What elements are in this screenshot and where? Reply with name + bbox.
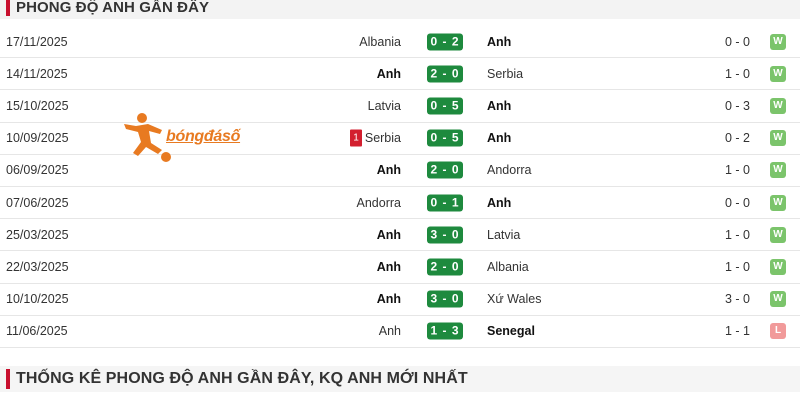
home-team[interactable]: Albania [359, 35, 401, 49]
halftime-score: 1 - 0 [724, 259, 750, 274]
match-row[interactable]: 14/11/2025 Anh 2 - 0 Serbia 1 - 0 W [0, 58, 800, 91]
recent-form-title: PHONG ĐỘ ANH GẦN ĐÂY [16, 0, 210, 16]
score-badge[interactable]: 0 - 2 [427, 33, 463, 51]
score-badge[interactable]: 3 - 0 [427, 226, 463, 244]
win-badge: W [770, 194, 786, 211]
match-date: 17/11/2025 [6, 34, 68, 49]
away-team[interactable]: Xứ Wales [487, 292, 541, 306]
match-date: 25/03/2025 [6, 227, 69, 242]
match-row[interactable]: 06/09/2025 Anh 2 - 0 Andorra 1 - 0 W [0, 155, 800, 187]
halftime-score: 1 - 0 [724, 163, 750, 178]
halftime-score: 0 - 3 [724, 98, 750, 113]
score-badge[interactable]: 2 - 0 [427, 65, 463, 83]
away-team[interactable]: Anh [487, 131, 511, 145]
win-badge: W [770, 226, 786, 243]
home-team[interactable]: Anh [377, 67, 401, 81]
match-row[interactable]: 17/11/2025 Albania 0 - 2 Anh 0 - 0 W [0, 26, 800, 59]
match-list: 17/11/2025 Albania 0 - 2 Anh 0 - 0 W 14/11/202… [0, 26, 800, 348]
win-badge: W [770, 65, 786, 82]
win-badge: W [770, 291, 786, 308]
halftime-score: 0 - 0 [724, 195, 750, 210]
away-team[interactable]: Anh [487, 196, 511, 210]
header-accent-bar [6, 369, 10, 389]
match-row[interactable]: 10/10/2025 Anh 3 - 0 Xứ Wales 3 - 0 W [0, 284, 800, 316]
home-team[interactable]: Anh [377, 260, 401, 274]
match-date: 22/03/2025 [6, 259, 69, 274]
halftime-score: 0 - 0 [724, 34, 750, 49]
win-badge: W [770, 97, 786, 114]
stats-header: THỐNG KÊ PHONG ĐỘ ANH GẦN ĐÂY, KQ ANH MỚ… [0, 366, 800, 392]
away-team[interactable]: Senegal [487, 324, 535, 338]
home-team[interactable]: Anh [379, 324, 401, 338]
win-badge: W [770, 33, 786, 50]
recent-form-header: PHONG ĐỘ ANH GẦN ĐÂY [0, 0, 800, 19]
win-badge: W [770, 162, 786, 179]
red-card-badge: 1 [350, 129, 362, 147]
score-badge[interactable]: 3 - 0 [427, 290, 463, 308]
home-team[interactable]: Anh [377, 228, 401, 242]
away-team[interactable]: Albania [487, 260, 529, 274]
score-badge[interactable]: 2 - 0 [427, 258, 463, 276]
score-badge[interactable]: 1 - 3 [427, 322, 463, 340]
match-row[interactable]: 07/06/2025 Andorra 0 - 1 Anh 0 - 0 W [0, 187, 800, 220]
halftime-score: 1 - 1 [724, 324, 750, 339]
home-team[interactable]: Anh [377, 292, 401, 306]
match-row[interactable]: 10/09/2025 1 Serbia 0 - 5 Anh 0 - 2 W [0, 123, 800, 155]
away-team[interactable]: Latvia [487, 228, 520, 242]
win-badge: W [770, 258, 786, 275]
match-date: 10/09/2025 [6, 131, 69, 146]
match-date: 11/06/2025 [6, 324, 68, 339]
halftime-score: 1 - 0 [724, 227, 750, 242]
score-badge[interactable]: 0 - 5 [427, 129, 463, 147]
score-badge[interactable]: 0 - 5 [427, 97, 463, 115]
away-team[interactable]: Andorra [487, 163, 531, 177]
match-row[interactable]: 15/10/2025 Latvia 0 - 5 Anh 0 - 3 W [0, 90, 800, 123]
away-team[interactable]: Serbia [487, 67, 523, 81]
away-team[interactable]: Anh [487, 99, 511, 113]
match-date: 10/10/2025 [6, 292, 69, 307]
match-date: 14/11/2025 [6, 66, 68, 81]
away-team[interactable]: Anh [487, 35, 511, 49]
win-badge: W [770, 130, 786, 147]
match-row[interactable]: 25/03/2025 Anh 3 - 0 Latvia 1 - 0 W [0, 219, 800, 252]
halftime-score: 0 - 2 [724, 131, 750, 146]
stats-title: THỐNG KÊ PHONG ĐỘ ANH GẦN ĐÂY, KQ ANH MỚ… [16, 370, 468, 387]
halftime-score: 3 - 0 [724, 292, 750, 307]
home-team[interactable]: Anh [377, 163, 401, 177]
home-team[interactable]: Andorra [357, 196, 401, 210]
match-date: 15/10/2025 [6, 98, 69, 113]
match-date: 06/09/2025 [6, 163, 69, 178]
home-team[interactable]: Serbia [365, 131, 401, 145]
home-team[interactable]: Latvia [368, 99, 401, 113]
match-row[interactable]: 11/06/2025 Anh 1 - 3 Senegal 1 - 1 L [0, 316, 800, 348]
loss-badge: L [770, 323, 786, 340]
match-row[interactable]: 22/03/2025 Anh 2 - 0 Albania 1 - 0 W [0, 251, 800, 284]
match-date: 07/06/2025 [6, 195, 69, 210]
halftime-score: 1 - 0 [724, 66, 750, 81]
header-accent-bar [6, 0, 10, 16]
score-badge[interactable]: 0 - 1 [427, 194, 463, 212]
score-badge[interactable]: 2 - 0 [427, 161, 463, 179]
